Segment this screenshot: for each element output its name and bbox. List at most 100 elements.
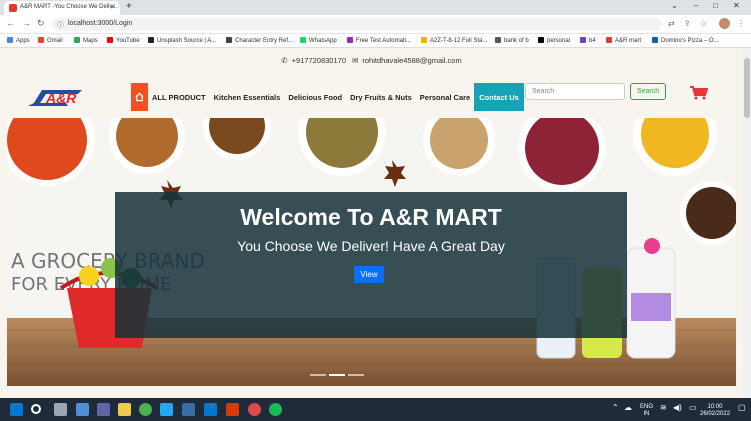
bookmark-label: personal	[547, 38, 571, 44]
carousel-indicator[interactable]	[310, 374, 326, 376]
carousel-indicator[interactable]	[329, 374, 345, 376]
bookmark-item[interactable]: Character Entry Ref...	[226, 37, 293, 44]
hero-carousel[interactable]: A GROCERY BRAND FOR EVERY HOME Welcome T…	[7, 118, 736, 386]
nav-all-product[interactable]: ALL PRODUCT	[148, 83, 210, 111]
nav-personal-care[interactable]: Personal Care	[416, 83, 474, 111]
bookmark-label: Domino's Pizza – O...	[661, 38, 719, 44]
hero-title: Welcome To A&R MART	[240, 204, 502, 230]
notifications-icon[interactable]: ▢	[738, 404, 746, 412]
start-icon[interactable]	[10, 403, 23, 416]
bookmark-icon	[495, 37, 501, 43]
maximize-icon[interactable]: □	[713, 1, 718, 10]
bookmark-item[interactable]: A2Z-T-8-12 Full Sta...	[421, 37, 487, 44]
windows-taskbar: ⌃ ☁ ENG IN ≋ ◀) ▭ 10:00 26/02/2022 ▢	[0, 398, 751, 421]
carousel-indicator[interactable]	[348, 374, 364, 376]
web-page: ✆ +917720830170 ✉ rohitdhavale4588@gmail.c…	[0, 48, 743, 398]
bookmark-icon	[107, 37, 113, 43]
bookmark-item[interactable]: A&R mart	[606, 37, 641, 44]
bookmark-item[interactable]: Domino's Pizza – O...	[652, 37, 719, 44]
app-icon[interactable]	[248, 403, 261, 416]
weather-icon[interactable]: ☁	[624, 404, 632, 412]
home-button[interactable]	[131, 83, 148, 111]
hero-subtitle: You Choose We Deliver! Have A Great Day	[237, 238, 505, 254]
nav-dry-fruits[interactable]: Dry Fruits & Nuts	[346, 83, 416, 111]
site-info-icon[interactable]: ⓘ	[57, 20, 64, 30]
task-view-icon[interactable]	[54, 403, 67, 416]
back-icon[interactable]: ←	[6, 18, 15, 28]
bookmark-star-icon[interactable]: ☆	[700, 19, 707, 28]
bookmark-label: bank of b	[504, 38, 529, 44]
browser-tab[interactable]: A&R MART -You Choose We Deliv... ✕	[4, 1, 120, 15]
bookmark-item[interactable]: Gmail	[38, 37, 63, 44]
nav-kitchen-essentials[interactable]: Kitchen Essentials	[210, 83, 285, 111]
forward-icon[interactable]: →	[22, 18, 31, 28]
file-explorer-icon[interactable]	[118, 403, 131, 416]
url-input[interactable]: ⓘ localhost:3000/Login	[52, 18, 662, 31]
mail-icon[interactable]	[204, 403, 217, 416]
bookmark-item[interactable]: Unsplash Source | A...	[148, 37, 216, 44]
close-tab-icon[interactable]: ✕	[110, 3, 116, 11]
profile-avatar[interactable]	[719, 18, 730, 29]
menu-icon[interactable]: ⋮	[737, 19, 745, 28]
bookmark-item[interactable]: Free Test Automati...	[347, 37, 411, 44]
close-window-icon[interactable]: ✕	[733, 1, 740, 10]
phone-icon: ✆	[281, 56, 288, 65]
volume-icon[interactable]: ◀)	[673, 404, 682, 412]
phone-number: +917720830170	[291, 56, 346, 65]
region-code: IN	[643, 411, 650, 417]
store-icon[interactable]	[182, 403, 195, 416]
clock[interactable]: 10:00 26/02/2022	[700, 404, 730, 418]
bookmark-item[interactable]: WhatsApp	[300, 37, 337, 44]
cart-icon[interactable]	[690, 86, 708, 100]
minimize-icon[interactable]: –	[694, 1, 698, 10]
bookmark-item[interactable]: b4	[580, 37, 596, 44]
nav-delicious-food[interactable]: Delicious Food	[284, 83, 346, 111]
site-favicon-icon	[9, 4, 17, 12]
bookmark-icon	[421, 37, 427, 43]
bookmark-item[interactable]: Apps	[7, 37, 30, 44]
bookmarks-bar: Apps Gmail Maps YouTube Unsplash Source | A.…	[0, 34, 751, 48]
search-icon[interactable]	[31, 404, 41, 414]
office-icon[interactable]	[226, 403, 239, 416]
chevron-up-icon[interactable]: ⌃	[612, 404, 619, 412]
chrome-icon[interactable]	[139, 403, 152, 416]
bookmark-label: Gmail	[47, 38, 63, 44]
bookmark-icon	[300, 37, 306, 43]
bookmark-label: YouTube	[116, 38, 140, 44]
chevron-down-icon[interactable]: ⌄	[671, 1, 678, 10]
bookmark-icon	[148, 37, 154, 43]
battery-icon[interactable]: ▭	[689, 404, 697, 412]
bookmark-item[interactable]: personal	[538, 37, 570, 44]
wifi-icon[interactable]: ≋	[660, 404, 667, 412]
search-input[interactable]: Search	[525, 83, 625, 100]
node-app-icon[interactable]	[269, 403, 282, 416]
vscode-icon[interactable]	[160, 403, 173, 416]
search-button[interactable]: Search	[630, 83, 666, 100]
widgets-icon[interactable]	[76, 403, 89, 416]
share-icon[interactable]: ⇪	[684, 19, 691, 28]
page-scrollbar[interactable]	[743, 48, 751, 398]
time: 10:00	[707, 404, 723, 410]
language-indicator[interactable]: ENG IN	[640, 404, 653, 418]
scrollbar-thumb[interactable]	[744, 58, 750, 118]
bookmark-icon	[538, 37, 544, 43]
carousel-indicators	[310, 374, 364, 376]
bookmark-item[interactable]: YouTube	[107, 37, 140, 44]
contact-bar: ✆ +917720830170 ✉ rohitdhavale4588@gmail.c…	[0, 56, 743, 65]
site-logo[interactable]: A&R	[28, 88, 86, 108]
nav-contact-us[interactable]: Contact Us	[474, 83, 524, 111]
home-icon	[135, 92, 144, 102]
bookmark-label: A&R mart	[615, 38, 642, 44]
view-button[interactable]: View	[354, 266, 384, 283]
bookmark-icon	[38, 37, 44, 43]
new-tab-icon[interactable]: +	[126, 1, 132, 12]
translate-icon[interactable]: ⇄	[668, 19, 675, 28]
bookmark-icon	[606, 37, 612, 43]
bookmark-item[interactable]: bank of b	[495, 37, 529, 44]
reload-icon[interactable]: ↻	[37, 18, 45, 29]
bookmark-label: Apps	[16, 38, 30, 44]
browser-tab-strip: A&R MART -You Choose We Deliv... ✕ + ⌄ –…	[0, 0, 751, 15]
bookmark-item[interactable]: Maps	[74, 37, 98, 44]
teams-chat-icon[interactable]	[97, 403, 110, 416]
bookmark-label: b4	[589, 38, 596, 44]
